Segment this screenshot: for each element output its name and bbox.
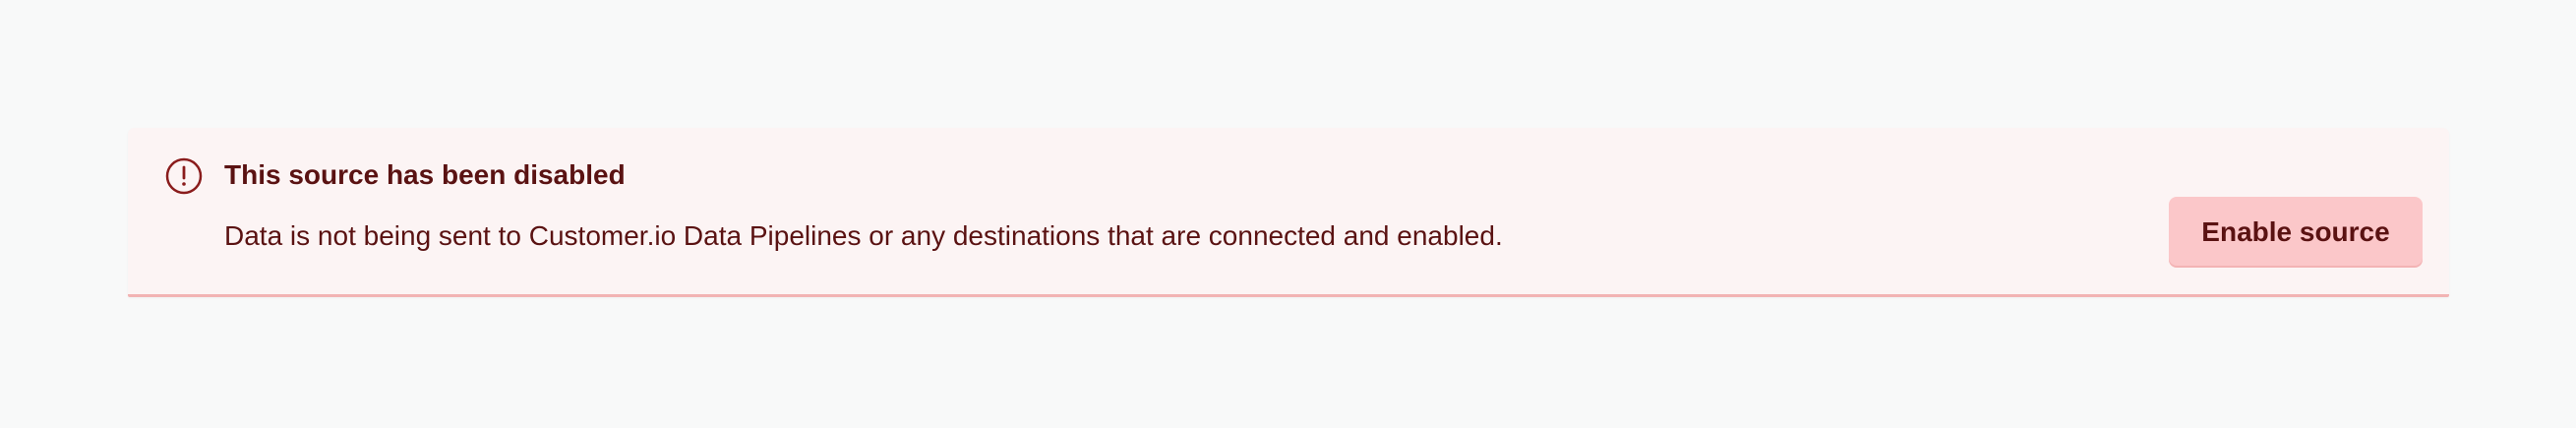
alert-message: Data is not being sent to Customer.io Da… [224,220,1503,251]
exclamation-circle-icon [165,157,203,195]
page: This source has been disabled Data is no… [0,0,2576,428]
source-disabled-alert: This source has been disabled Data is no… [128,128,2449,297]
enable-source-button[interactable]: Enable source [2169,197,2423,268]
alert-title: This source has been disabled [224,159,626,190]
